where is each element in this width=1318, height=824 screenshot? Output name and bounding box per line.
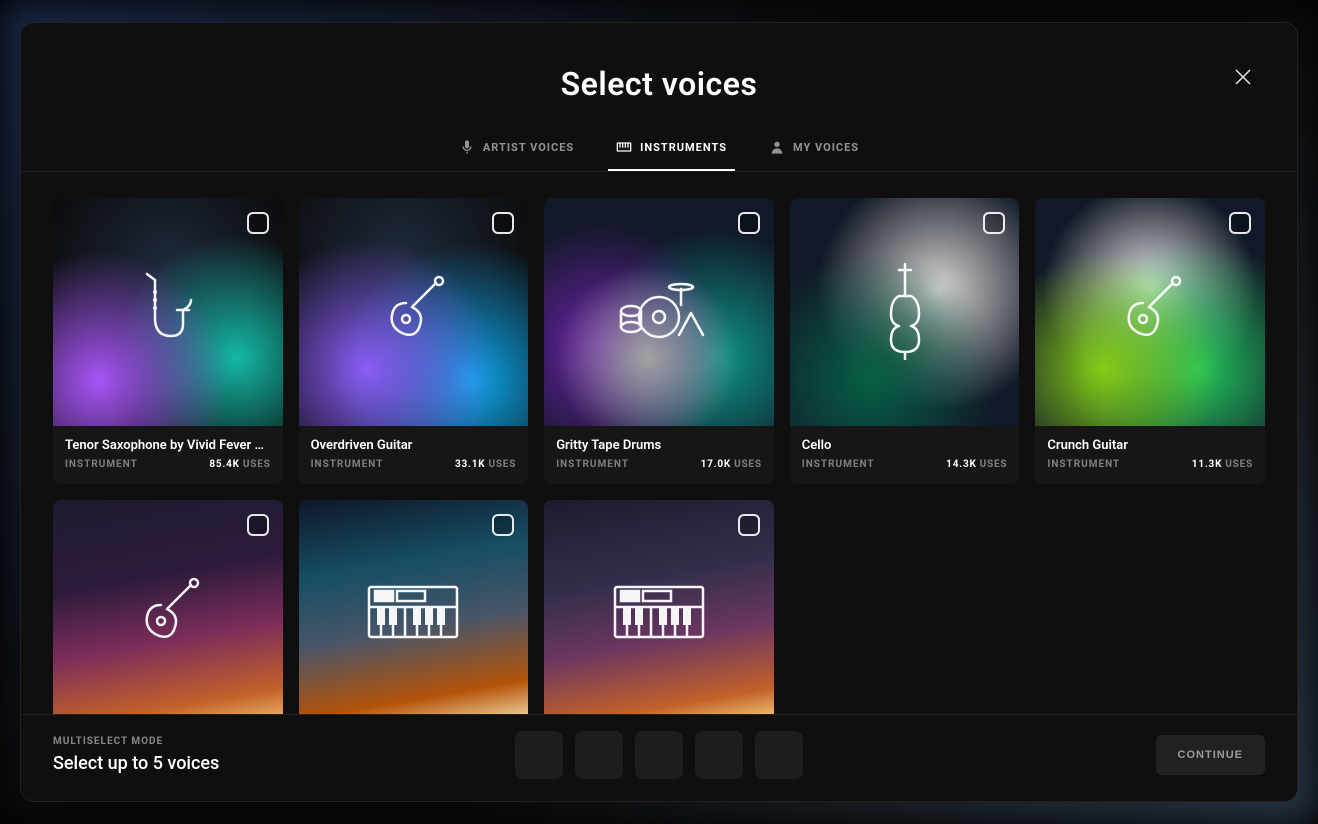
- card-uses: 11.3KUSES: [1192, 459, 1253, 470]
- card-type: INSTRUMENT: [802, 459, 875, 470]
- instruments-grid: Tenor Saxophone by Vivid Fever Dr… INSTRU…: [53, 198, 1265, 714]
- card-uses: 14.3KUSES: [946, 459, 1007, 470]
- drums-icon: [609, 275, 709, 349]
- piano-icon: [616, 139, 632, 155]
- card-checkbox[interactable]: [983, 212, 1005, 234]
- select-voices-modal: Select voices ARTIST VOICES INSTRUMENTS …: [20, 22, 1298, 802]
- instrument-card[interactable]: [53, 500, 283, 714]
- cello-icon: [881, 260, 929, 364]
- card-sub: INSTRUMENT 33.1KUSES: [311, 459, 517, 470]
- card-image: [299, 500, 529, 714]
- card-image: [544, 500, 774, 714]
- card-title: Overdriven Guitar: [311, 438, 517, 453]
- card-checkbox[interactable]: [492, 212, 514, 234]
- card-checkbox[interactable]: [247, 514, 269, 536]
- card-image: [790, 198, 1020, 426]
- modal-title: Select voices: [21, 65, 1297, 103]
- card-checkbox[interactable]: [247, 212, 269, 234]
- card-checkbox[interactable]: [1229, 212, 1251, 234]
- card-sub: INSTRUMENT 85.4KUSES: [65, 459, 271, 470]
- instrument-card[interactable]: Tenor Saxophone by Vivid Fever Dr… INSTRU…: [53, 198, 283, 484]
- tab-instruments[interactable]: INSTRUMENTS: [614, 129, 729, 171]
- close-button[interactable]: [1229, 63, 1257, 91]
- card-meta: Gritty Tape Drums INSTRUMENT 17.0KUSES: [544, 426, 774, 484]
- instrument-card[interactable]: Overdriven Guitar INSTRUMENT 33.1KUSES: [299, 198, 529, 484]
- card-type: INSTRUMENT: [65, 459, 138, 470]
- tab-label: MY VOICES: [793, 141, 859, 154]
- tab-label: ARTIST VOICES: [483, 141, 574, 154]
- footer-left: MULTISELECT MODE Select up to 5 voices: [53, 736, 219, 774]
- tab-artist-voices[interactable]: ARTIST VOICES: [457, 129, 576, 171]
- selection-slot[interactable]: [695, 731, 743, 779]
- card-meta: Cello INSTRUMENT 14.3KUSES: [790, 426, 1020, 484]
- selection-slot[interactable]: [515, 731, 563, 779]
- card-sub: INSTRUMENT 11.3KUSES: [1047, 459, 1253, 470]
- guitar-icon: [376, 273, 450, 351]
- card-image: [544, 198, 774, 426]
- card-sub: INSTRUMENT 17.0KUSES: [556, 459, 762, 470]
- selection-slot[interactable]: [755, 731, 803, 779]
- person-icon: [769, 139, 785, 155]
- close-icon: [1235, 69, 1251, 85]
- keyboard-icon: [609, 581, 709, 647]
- keyboard-icon: [363, 581, 463, 647]
- multiselect-mode-label: MULTISELECT MODE: [53, 736, 219, 747]
- card-sub: INSTRUMENT 14.3KUSES: [802, 459, 1008, 470]
- card-title: Cello: [802, 438, 1008, 453]
- tabs: ARTIST VOICES INSTRUMENTS MY VOICES: [21, 129, 1297, 172]
- card-uses: 33.1KUSES: [455, 459, 516, 470]
- saxophone-icon: [133, 270, 203, 354]
- multiselect-mode-text: Select up to 5 voices: [53, 753, 219, 774]
- card-title: Tenor Saxophone by Vivid Fever Dr…: [65, 438, 271, 453]
- card-meta: Crunch Guitar INSTRUMENT 11.3KUSES: [1035, 426, 1265, 484]
- instrument-card[interactable]: [544, 500, 774, 714]
- card-image: [53, 500, 283, 714]
- card-image: [1035, 198, 1265, 426]
- selection-slot[interactable]: [635, 731, 683, 779]
- card-checkbox[interactable]: [492, 514, 514, 536]
- guitar-icon: [1113, 273, 1187, 351]
- guitar-icon: [131, 575, 205, 653]
- instrument-card[interactable]: Cello INSTRUMENT 14.3KUSES: [790, 198, 1020, 484]
- card-title: Gritty Tape Drums: [556, 438, 762, 453]
- tab-label: INSTRUMENTS: [640, 141, 727, 154]
- selection-slot[interactable]: [575, 731, 623, 779]
- card-checkbox[interactable]: [738, 212, 760, 234]
- instrument-card[interactable]: Crunch Guitar INSTRUMENT 11.3KUSES: [1035, 198, 1265, 484]
- instrument-card[interactable]: Gritty Tape Drums INSTRUMENT 17.0KUSES: [544, 198, 774, 484]
- selection-slots: [515, 731, 803, 779]
- card-meta: Tenor Saxophone by Vivid Fever Dr… INSTRU…: [53, 426, 283, 484]
- card-type: INSTRUMENT: [556, 459, 629, 470]
- continue-button[interactable]: CONTINUE: [1156, 735, 1265, 775]
- card-image: [53, 198, 283, 426]
- mic-icon: [459, 139, 475, 155]
- instrument-card[interactable]: [299, 500, 529, 714]
- card-meta: Overdriven Guitar INSTRUMENT 33.1KUSES: [299, 426, 529, 484]
- card-image: [299, 198, 529, 426]
- card-title: Crunch Guitar: [1047, 438, 1253, 453]
- tab-my-voices[interactable]: MY VOICES: [767, 129, 861, 171]
- modal-footer: MULTISELECT MODE Select up to 5 voices C…: [21, 714, 1297, 801]
- card-uses: 17.0KUSES: [701, 459, 762, 470]
- card-checkbox[interactable]: [738, 514, 760, 536]
- card-type: INSTRUMENT: [311, 459, 384, 470]
- card-uses: 85.4KUSES: [209, 459, 270, 470]
- cards-scroll-area[interactable]: Tenor Saxophone by Vivid Fever Dr… INSTRU…: [21, 172, 1297, 714]
- card-type: INSTRUMENT: [1047, 459, 1120, 470]
